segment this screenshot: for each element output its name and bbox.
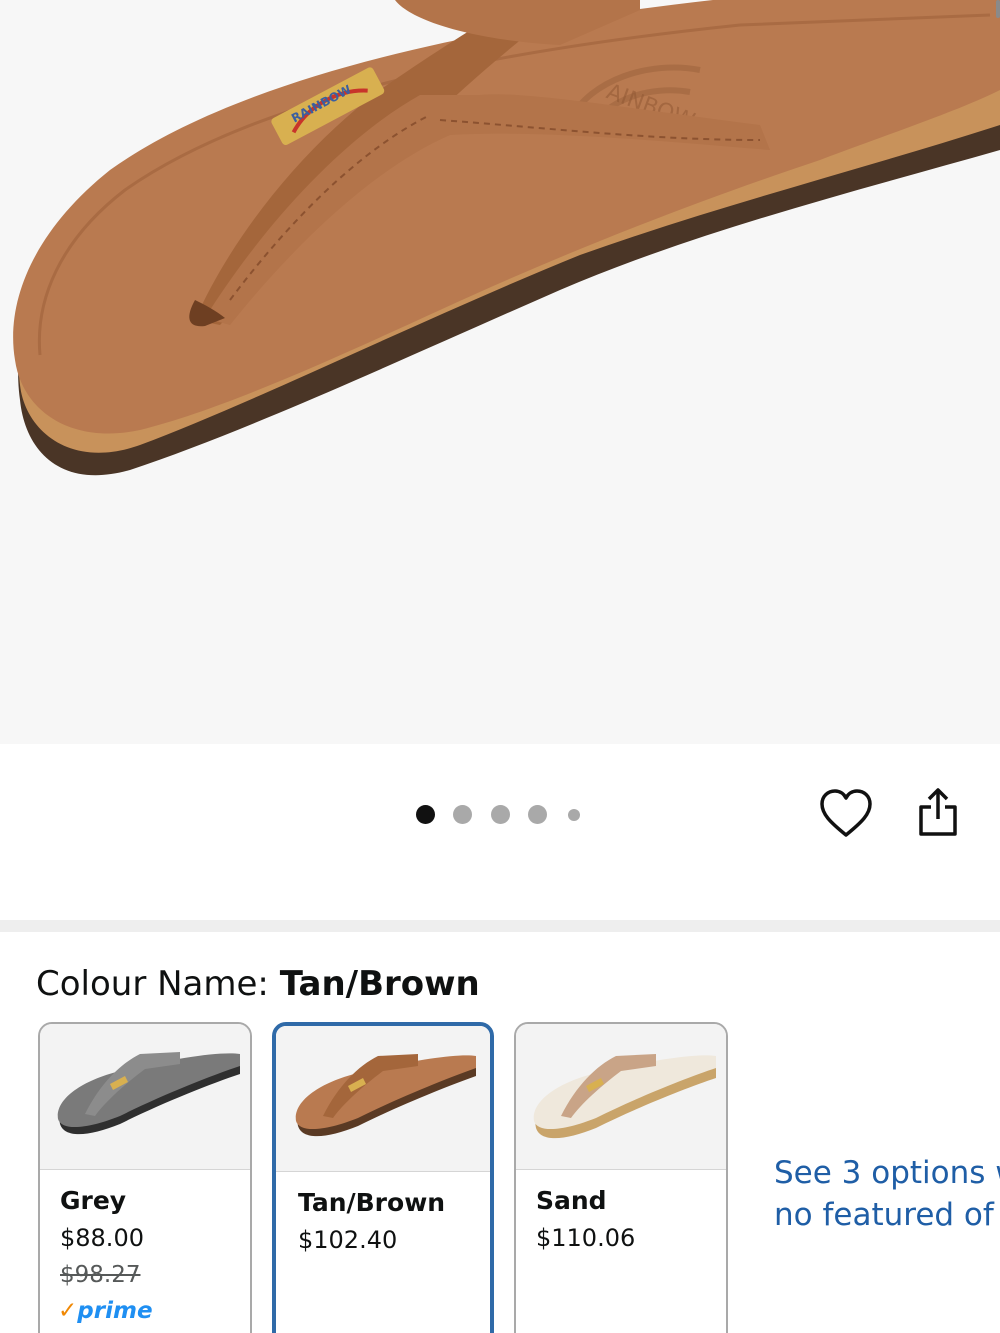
gallery-dot[interactable]: [491, 805, 510, 824]
section-divider: [0, 920, 1000, 932]
sand-sandal-thumbnail: [533, 1054, 716, 1139]
product-page: AINBOW RAINBOW Colour Name: Tan/Brown Gr…: [0, 0, 1000, 1333]
prime-badge: ✓prime: [58, 1298, 153, 1324]
sandal-image: AINBOW RAINBOW: [13, 0, 1000, 476]
colour-swatch-tan-brown[interactable]: Tan/Brown $102.40: [272, 1022, 494, 1333]
swatch-price: $102.40: [298, 1226, 398, 1254]
gallery-dot-small[interactable]: [568, 809, 580, 821]
gallery-dot[interactable]: [528, 805, 547, 824]
swatch-list-price: $98.27: [60, 1262, 141, 1288]
swatch-price: $110.06: [536, 1224, 636, 1252]
swatch-price: $88.00: [60, 1224, 144, 1252]
see-options-line-1: See 3 options w: [774, 1155, 1000, 1191]
tan-brown-sandal-thumbnail: [295, 1054, 476, 1137]
colour-swatch-sand[interactable]: Sand $110.06: [514, 1022, 728, 1333]
share-icon[interactable]: [915, 787, 961, 839]
colour-name-label: Colour Name: Tan/Brown: [36, 964, 480, 1004]
swatch-thumbnail: [516, 1024, 726, 1170]
see-options-link[interactable]: See 3 options w no featured of: [774, 1152, 1000, 1236]
heart-outline-icon[interactable]: [818, 788, 874, 840]
prime-label: prime: [77, 1298, 153, 1324]
colour-swatch-grey[interactable]: Grey $88.00 $98.27 ✓prime: [38, 1022, 252, 1333]
swatch-thumbnail: [276, 1026, 490, 1172]
prime-check-icon: ✓: [58, 1298, 78, 1324]
swatch-name: Grey: [60, 1186, 127, 1215]
swatch-name: Tan/Brown: [298, 1188, 446, 1217]
swatch-name: Sand: [536, 1186, 607, 1215]
gallery-dot-active[interactable]: [416, 805, 435, 824]
selected-colour-name: Tan/Brown: [279, 964, 480, 1004]
scroll-indicator: [996, 0, 1000, 18]
swatch-thumbnail: [40, 1024, 250, 1170]
colour-label-prefix: Colour Name:: [36, 964, 269, 1004]
see-options-line-2: no featured of: [774, 1197, 994, 1233]
grey-sandal-thumbnail: [57, 1052, 241, 1135]
product-image-gallery[interactable]: AINBOW RAINBOW: [0, 0, 1000, 744]
gallery-dot[interactable]: [453, 805, 472, 824]
